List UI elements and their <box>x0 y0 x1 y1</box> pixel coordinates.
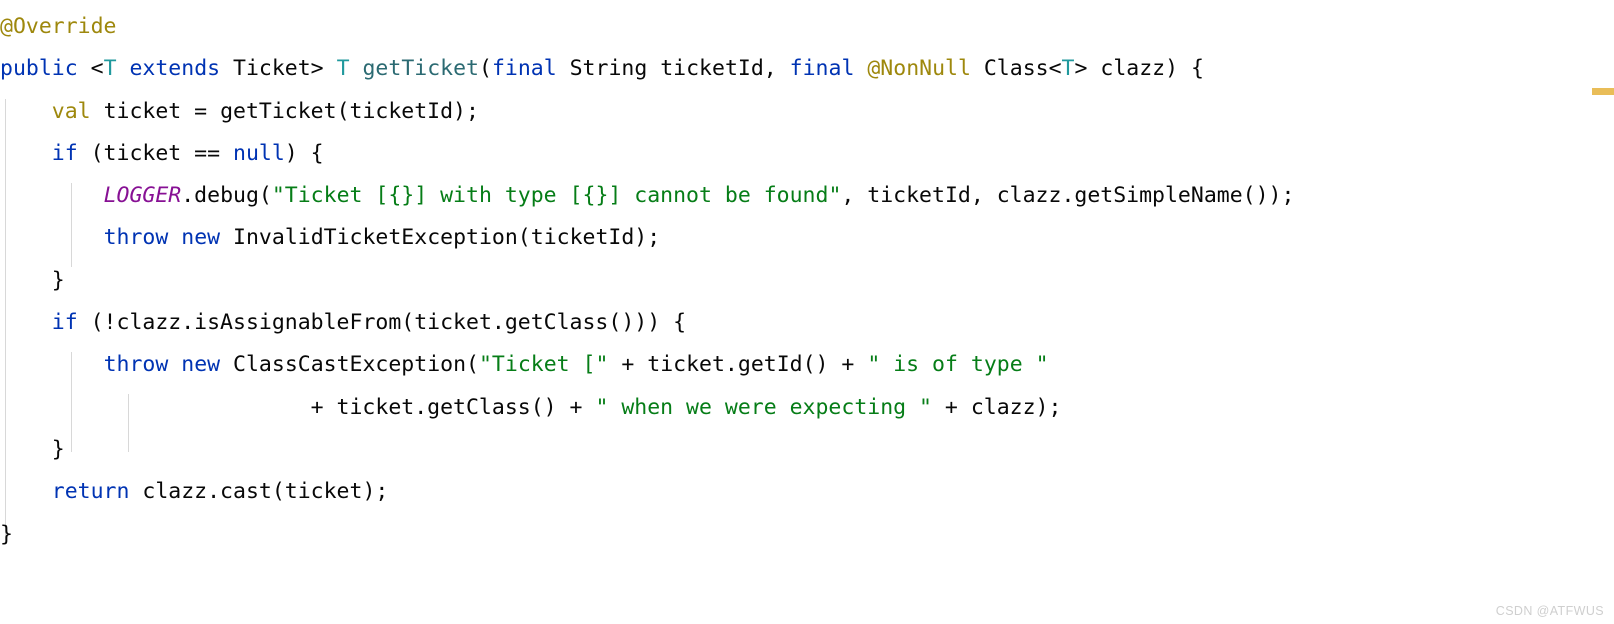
code-token: final <box>491 56 557 82</box>
code-token: getTicket <box>362 56 479 82</box>
code-line: LOGGER.debug("Ticket [{}] with type [{}]… <box>0 175 1295 217</box>
code-token: .debug( <box>181 183 272 209</box>
code-token: "Ticket [{}] with type [{}] cannot be fo… <box>271 183 842 209</box>
code-token: } <box>0 521 13 547</box>
code-token: } <box>0 436 65 462</box>
code-token: + ticket.getClass() + <box>0 394 596 420</box>
code-token: (ticket == <box>77 140 234 166</box>
code-token: LOGGER <box>103 183 182 209</box>
code-token: if <box>51 310 78 336</box>
code-token: if <box>51 140 78 166</box>
code-token: + ticket.getId() + <box>608 352 868 378</box>
code-line: } <box>0 429 1294 471</box>
code-token: T <box>1061 56 1075 82</box>
code-line: return clazz.cast(ticket); <box>0 471 1294 513</box>
code-line: if (!clazz.isAssignableFrom(ticket.getCl… <box>0 302 1294 344</box>
code-token: extends <box>129 56 221 82</box>
code-token: public <box>0 56 78 82</box>
code-line: throw new ClassCastException("Ticket [" … <box>0 344 1294 386</box>
code-token: @NonNull <box>867 56 971 82</box>
code-line: @Override <box>0 6 1294 48</box>
watermark-label: CSDN @ATFWUS <box>1495 604 1604 618</box>
code-token: > clazz) { <box>1074 56 1204 82</box>
code-token: ticket = getTicket(ticketId); <box>90 98 479 124</box>
code-token: clazz.cast(ticket); <box>129 479 389 505</box>
code-token: T <box>336 56 350 82</box>
code-line: } <box>0 260 1294 302</box>
code-line: } <box>0 514 1294 556</box>
code-token: throw <box>103 225 169 251</box>
code-token: + clazz); <box>931 394 1062 420</box>
source-code-block[interactable]: @Override public <T extends Ticket> T get… <box>0 0 1294 556</box>
code-token: , ticketId, clazz.getSimpleName()); <box>841 183 1295 209</box>
code-token: new <box>181 225 221 251</box>
code-token: ClassCastException( <box>220 352 479 378</box>
code-token: " is of type " <box>867 352 1049 378</box>
code-token: val <box>51 98 91 124</box>
code-token: InvalidTicketException(ticketId); <box>220 225 661 251</box>
code-token: ) { <box>284 140 324 166</box>
code-token: " when we were expecting " <box>595 394 932 420</box>
code-token: Class< <box>970 56 1062 82</box>
code-token: new <box>181 352 221 378</box>
code-line: if (ticket == null) { <box>0 133 1294 175</box>
code-token: "Ticket [" <box>478 352 609 378</box>
code-token: (!clazz.isAssignableFrom(ticket.getClass… <box>77 310 687 336</box>
code-editor-canvas[interactable]: @Override public <T extends Ticket> T get… <box>0 0 1614 624</box>
code-token: final <box>789 56 855 82</box>
code-token: @Override <box>0 14 117 39</box>
code-token: throw <box>103 352 169 378</box>
code-token: Ticket> <box>220 56 337 82</box>
code-token: ( <box>478 56 492 82</box>
code-token: < <box>77 56 104 82</box>
code-line: + ticket.getClass() + " when we were exp… <box>0 387 1294 429</box>
code-token: null <box>233 140 285 166</box>
code-line: public <T extends Ticket> T getTicket(fi… <box>0 48 1294 90</box>
code-line: throw new InvalidTicketException(ticketI… <box>0 217 1294 259</box>
code-line: val ticket = getTicket(ticketId); <box>0 91 1294 133</box>
inspection-warning-stripe[interactable] <box>1592 88 1614 95</box>
code-token: String ticketId, <box>556 56 790 82</box>
code-token: T <box>103 56 117 82</box>
code-token: } <box>0 267 65 293</box>
code-token: return <box>51 479 130 505</box>
